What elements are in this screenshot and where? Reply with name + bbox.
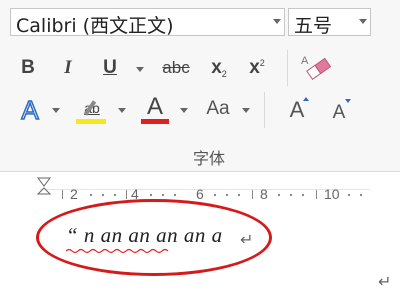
ruler-dot (290, 194, 292, 196)
ruler-dot (114, 194, 116, 196)
subscript-button[interactable]: x 2 (204, 55, 234, 81)
subscript-mark: 2 (221, 69, 227, 79)
font-name-value: Calibri (西文正文) (16, 15, 174, 37)
italic-button[interactable]: I (54, 55, 82, 81)
ruler-dot (162, 194, 164, 196)
text-effects-icon: A (21, 94, 40, 126)
ruler-tick (316, 190, 317, 199)
ruler-dot (348, 194, 350, 196)
separator (287, 50, 288, 86)
separator (264, 92, 265, 128)
font-size-combo[interactable]: 五号 (288, 8, 371, 37)
ruler-dot (102, 194, 104, 196)
ruler-dot (90, 194, 92, 196)
ruler-tick (252, 190, 253, 199)
ribbon-bottom-border (0, 171, 400, 172)
ruler-dot (214, 194, 216, 196)
highlight-button[interactable]: ab (74, 92, 110, 128)
grow-font-button[interactable]: A (282, 94, 312, 126)
chevron-down-icon[interactable] (273, 19, 281, 24)
underline-dropdown-arrow[interactable] (136, 67, 144, 72)
font-color-bar (141, 119, 169, 124)
superscript-base: x (249, 57, 260, 78)
svg-text:A: A (301, 55, 309, 67)
shrink-font-button[interactable]: A (324, 96, 354, 126)
ruler-label: 10 (324, 186, 340, 202)
bold-button[interactable]: B (14, 55, 42, 81)
grow-arrow-icon (303, 97, 309, 101)
font-group-label: 字体 (193, 149, 226, 168)
shrink-arrow-icon (345, 99, 351, 103)
spellcheck-squiggle (66, 248, 169, 254)
ruler-dot (174, 194, 176, 196)
indent-marker-icon[interactable] (36, 176, 52, 198)
ruler-dot (278, 194, 280, 196)
text-effects-button[interactable]: A (14, 94, 46, 126)
ruler-dot (238, 194, 240, 196)
font-name-combo[interactable]: Calibri (西文正文) (10, 8, 285, 37)
ruler-label: 8 (260, 186, 268, 202)
ruler-dot (226, 194, 228, 196)
ruler-dot (150, 194, 152, 196)
paragraph-mark-icon: ↵ (378, 274, 392, 291)
font-color-dropdown-arrow[interactable] (180, 108, 188, 113)
ruler-dot (302, 194, 304, 196)
ruler-label: 6 (196, 186, 204, 202)
ribbon-font-group: Calibri (西文正文) 五号 B I U abc x 2 x 2 A A … (0, 0, 400, 172)
highlight-color-bar (76, 119, 106, 124)
chevron-down-icon[interactable] (359, 19, 367, 24)
paragraph-mark-icon: ↵ (240, 232, 254, 249)
underline-label: U (103, 57, 117, 78)
underline-button[interactable]: U (96, 55, 124, 81)
shrink-font-label: A (332, 102, 346, 123)
font-size-value: 五号 (294, 15, 333, 37)
bold-label: B (21, 57, 35, 78)
strikethrough-button[interactable]: abc (156, 55, 196, 81)
change-case-button[interactable]: Aa (200, 94, 236, 124)
font-color-button[interactable]: A (138, 92, 172, 128)
font-color-label: A (146, 93, 163, 120)
document-text[interactable]: “ n an an an an a (66, 223, 223, 248)
superscript-button[interactable]: x 2 (242, 55, 272, 81)
text-effects-dropdown-arrow[interactable] (52, 108, 60, 113)
ruler-dot (360, 194, 362, 196)
highlight-dropdown-arrow[interactable] (118, 108, 126, 113)
italic-label: I (64, 57, 72, 78)
superscript-mark: 2 (259, 58, 265, 68)
ruler-tick (126, 190, 127, 199)
eraser-icon: A (301, 55, 332, 80)
change-case-label: Aa (206, 98, 230, 119)
strikethrough-label: abc (162, 58, 190, 77)
subscript-base: x (211, 57, 222, 78)
ruler-label: 2 (70, 186, 78, 202)
clear-formatting-button[interactable]: A (298, 51, 334, 83)
ruler-tick (62, 190, 63, 199)
change-case-dropdown-arrow[interactable] (242, 108, 250, 113)
